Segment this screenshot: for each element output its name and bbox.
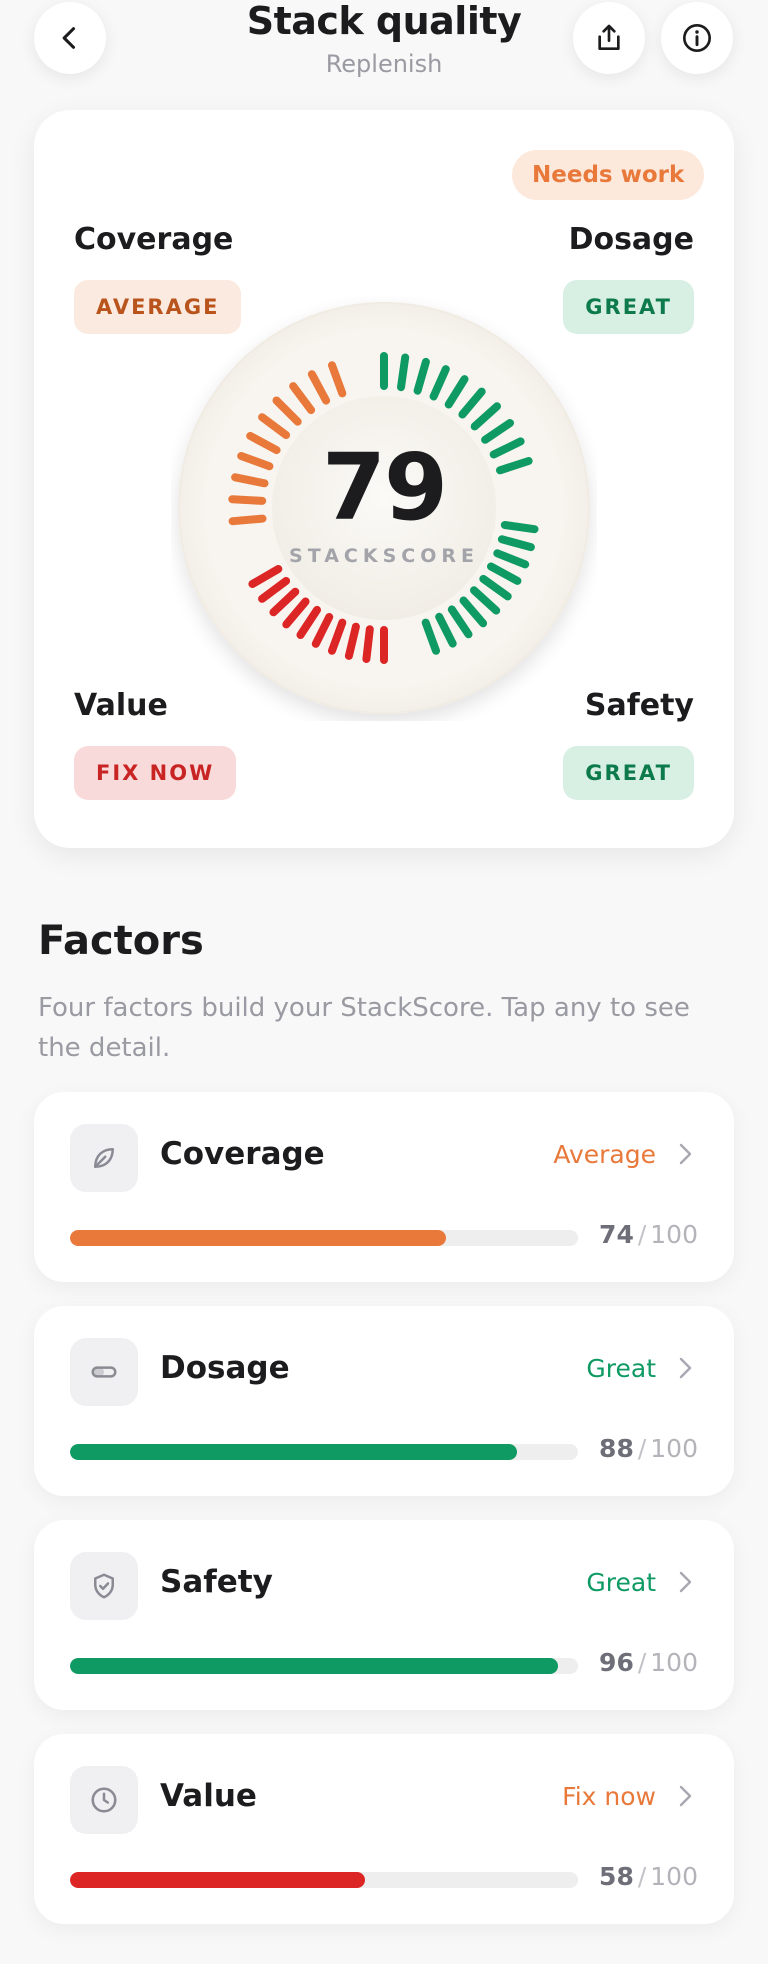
chevron-right-icon	[679, 1571, 692, 1593]
top-bar: Stack quality Replenish	[0, 0, 768, 100]
factor-status: Great	[586, 1568, 656, 1597]
chevron-right-icon	[679, 1357, 692, 1379]
factor-status: Average	[553, 1140, 656, 1169]
factor-name: Safety	[160, 1564, 273, 1600]
factor-score: 74/100	[599, 1220, 698, 1249]
factor-card-value[interactable]: Value Fix now 58/100	[34, 1734, 734, 1924]
page-title: Stack quality	[246, 0, 522, 43]
chevron-right-icon	[679, 1785, 692, 1807]
factor-name: Coverage	[160, 1136, 325, 1172]
factor-progress-track	[70, 1444, 578, 1460]
leaf-icon	[70, 1124, 138, 1192]
value-rating-pill[interactable]: FIX NOW	[74, 746, 237, 800]
title-block: Stack quality Replenish	[184, 0, 584, 86]
factor-progress-fill	[70, 1230, 446, 1246]
factor-card-safety[interactable]: Safety Great 96/100	[34, 1520, 734, 1710]
pill-icon	[70, 1338, 138, 1406]
info-button[interactable]	[661, 2, 733, 74]
factor-status: Fix now	[562, 1782, 656, 1811]
factor-progress-track	[70, 1658, 578, 1674]
factor-progress-track	[70, 1230, 578, 1246]
share-icon	[598, 24, 620, 50]
factor-status: Great	[586, 1354, 656, 1383]
share-button[interactable]	[573, 2, 645, 74]
value-label: Value	[74, 688, 168, 723]
factors-description: Four factors build your StackScore. Tap …	[38, 993, 690, 1063]
factor-progress-fill	[70, 1444, 518, 1460]
factor-progress-fill	[70, 1658, 558, 1674]
factor-score: 96/100	[599, 1648, 698, 1677]
stackscore-label: STACKSCORE	[289, 545, 479, 567]
factor-card-dosage[interactable]: Dosage Great 88/100	[34, 1306, 734, 1496]
factor-name: Dosage	[160, 1350, 290, 1386]
overall-status-badge: Needs work	[512, 150, 705, 200]
factor-score: 88/100	[599, 1434, 698, 1463]
safety-label: Safety	[584, 688, 694, 723]
info-icon	[683, 24, 711, 52]
shield-check-icon	[70, 1552, 138, 1620]
back-button[interactable]	[34, 2, 106, 74]
stack-quality-screen: Stack quality Replenish Needs work Cover…	[0, 0, 768, 1964]
gauge-tick-value	[362, 625, 374, 663]
stackscore-value: 79	[321, 434, 448, 541]
factor-progress-track	[70, 1872, 578, 1888]
clock-icon	[70, 1766, 138, 1834]
stackscore-card: Needs work Coverage AVERAGE Dosage GREAT	[34, 110, 734, 848]
stackscore-gauge: 79 STACKSCORE	[171, 295, 597, 721]
coverage-label: Coverage	[74, 222, 234, 257]
factor-name: Value	[160, 1778, 257, 1814]
factor-score: 58/100	[599, 1862, 698, 1891]
dosage-label: Dosage	[568, 222, 694, 257]
chevron-left-icon	[62, 27, 76, 49]
page-subtitle: Replenish	[325, 50, 443, 78]
safety-rating-pill[interactable]: GREAT	[563, 746, 694, 800]
factor-card-coverage[interactable]: Coverage Average 74/100	[34, 1092, 734, 1282]
gauge-tick-dosage	[397, 353, 410, 392]
chevron-right-icon	[679, 1143, 692, 1165]
factors-heading: Factors	[38, 918, 204, 964]
factor-progress-fill	[70, 1872, 365, 1888]
